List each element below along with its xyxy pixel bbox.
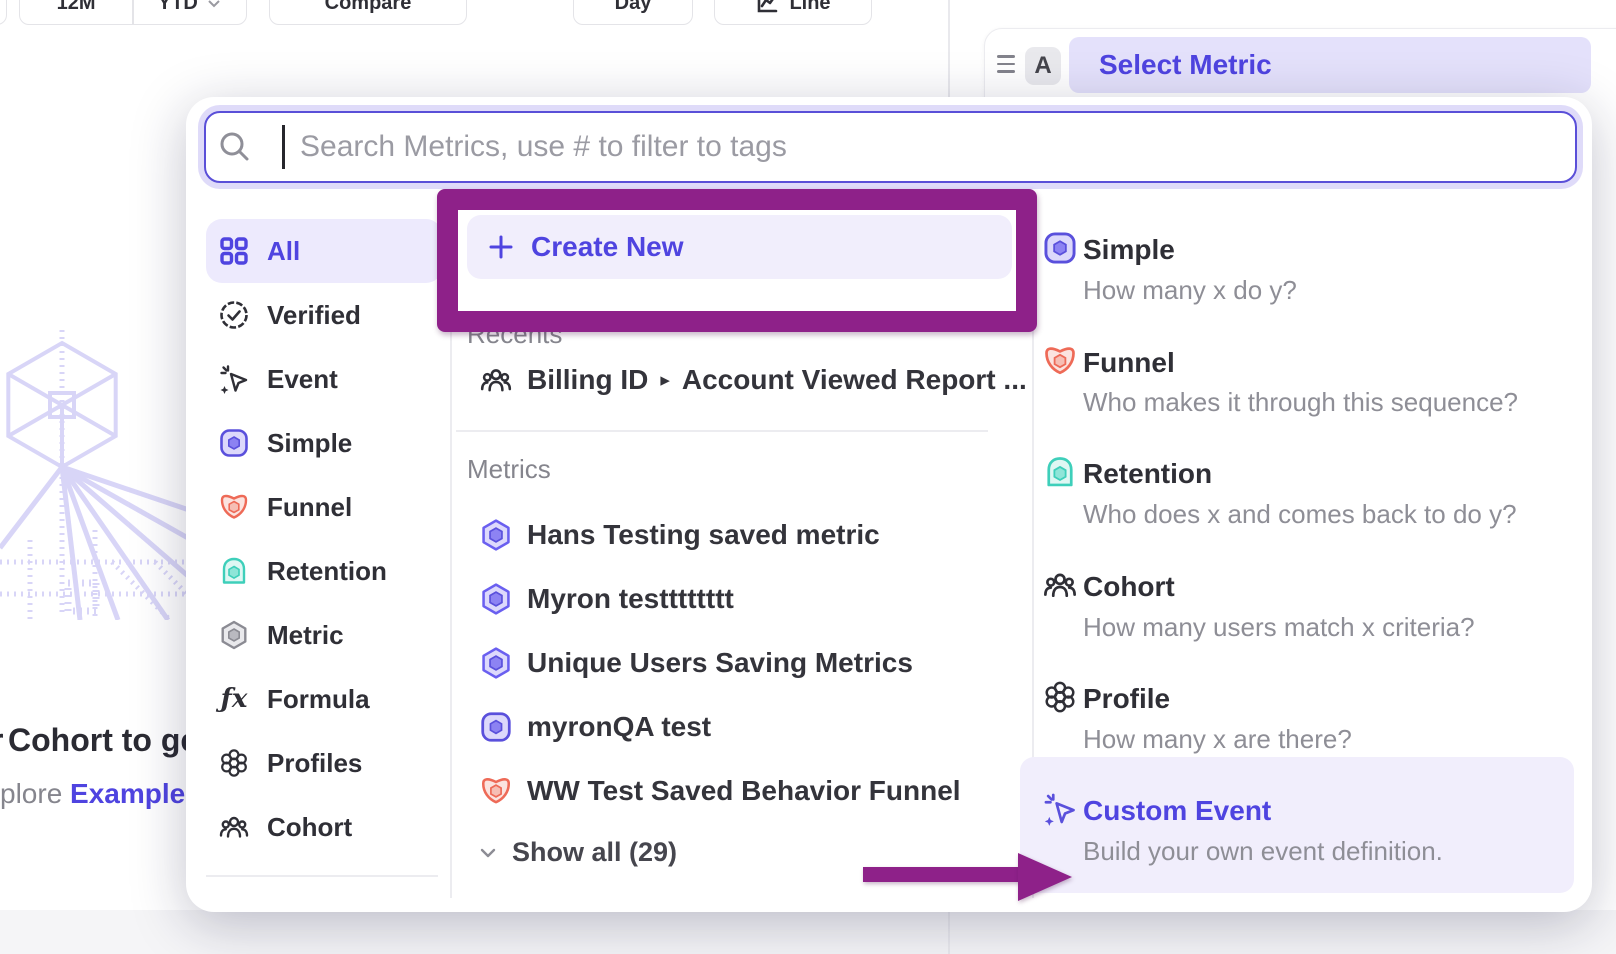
sidebar-item-label: Event [267, 364, 338, 395]
metric-list-item[interactable]: Unique Users Saving Metrics [479, 643, 913, 683]
search-input[interactable] [204, 111, 1577, 183]
explore-prefix: plore [0, 778, 70, 809]
sidebar-item-label: Cohort [267, 812, 352, 843]
sidebar-item-metric[interactable]: Metric [206, 603, 442, 667]
custom-event-icon [1042, 791, 1078, 827]
sidebar-item-cohort[interactable]: Cohort [206, 795, 442, 859]
tag-icon [218, 910, 250, 912]
verified-badge-icon [218, 299, 250, 331]
search-icon [218, 130, 252, 164]
metric-selector-screen: 12M YTD Compare Day Line A Select Metric [0, 0, 1616, 954]
sidebar-item-label: Formula [267, 684, 370, 715]
annotation-rectangle-create-new [437, 189, 1037, 332]
metric-list-item[interactable]: WW Test Saved Behavior Funnel [479, 771, 961, 811]
compare-button[interactable]: Compare [269, 0, 467, 25]
day-granularity-button[interactable]: Day [573, 0, 693, 25]
type-simple-description: How many x do y? [1083, 275, 1297, 306]
sidebar-item-label: Retention [267, 556, 387, 587]
recent-item-billing[interactable]: Billing ID ▸ Account Viewed Report ... [479, 357, 1027, 403]
range-ytd-button[interactable]: YTD [134, 0, 246, 24]
sidebar-item-event[interactable]: Event [206, 347, 442, 411]
sidebar-item-profiles[interactable]: Profiles [206, 731, 442, 795]
line-chart-type-button[interactable]: Line [714, 0, 872, 25]
select-metric-pill[interactable]: Select Metric [1069, 37, 1591, 93]
date-range-segmented-control: 12M YTD [19, 0, 247, 25]
line-chart-icon [755, 0, 779, 15]
sidebar-item-label: Metric [267, 620, 344, 651]
sidebar-item-label: Funnel [267, 492, 352, 523]
sidebar-item-simple[interactable]: Simple [206, 411, 442, 475]
show-all-label: Show all (29) [512, 837, 677, 868]
sidebar-item-funnel[interactable]: Funnel [206, 475, 442, 539]
type-custom-event-description: Build your own event definition. [1083, 836, 1443, 867]
recent-item-name: Account Viewed Report ... [682, 364, 1027, 396]
simple-icon [1042, 230, 1078, 266]
retention-icon [1042, 454, 1078, 490]
cohort-people-icon [1042, 567, 1078, 603]
funnel-icon [218, 491, 250, 523]
formula-fx-icon: ƒx [218, 683, 250, 715]
range-12m-button[interactable]: 12M [20, 0, 132, 24]
type-custom-event-title[interactable]: Custom Event [1083, 795, 1271, 827]
recent-item-source: Billing ID [527, 364, 648, 396]
text-cursor [282, 125, 285, 169]
saved-metric-hexagon-icon [479, 518, 513, 552]
sidebar-item-tags-partial[interactable]: Tags [206, 879, 442, 912]
sidebar-item-label: Verified [267, 300, 361, 331]
example-link[interactable]: Example I [70, 778, 201, 809]
event-cursor-icon [218, 363, 250, 395]
sidebar-item-all[interactable]: All [206, 219, 442, 283]
empty-state-wireframe-illustration [0, 330, 195, 620]
headline-cut-letter: r [0, 722, 3, 759]
middle-column-divider [456, 430, 988, 432]
metric-list-item[interactable]: myronQA test [479, 707, 711, 747]
type-cohort-title[interactable]: Cohort [1083, 571, 1175, 603]
sidebar-item-label: Tags [267, 912, 326, 913]
annotation-arrow-tail [863, 867, 1020, 882]
simple-icon [479, 710, 513, 744]
type-profile-description: How many x are there? [1083, 724, 1352, 755]
funnel-icon [479, 774, 513, 808]
sidebar-item-label: Profiles [267, 748, 362, 779]
cohort-people-icon [479, 363, 513, 397]
chevron-down-icon [206, 0, 222, 11]
sidebar-item-label: All [267, 236, 300, 267]
type-profile-title[interactable]: Profile [1083, 683, 1170, 715]
bottom-app-strip [0, 910, 1616, 954]
type-funnel-description: Who makes it through this sequence? [1083, 387, 1518, 418]
breadcrumb-triangle-icon: ▸ [660, 369, 670, 392]
grid-icon [218, 235, 250, 267]
type-funnel-title[interactable]: Funnel [1083, 347, 1175, 379]
sidebar-item-label: Simple [267, 428, 352, 459]
chevron-down-icon [476, 841, 500, 865]
empty-state-explore-line: plore Example I [0, 778, 201, 810]
annotation-arrow-head [1018, 853, 1072, 901]
empty-state-headline-fragment: Cohort to ge [8, 722, 198, 759]
toolbar-button-fragment[interactable] [0, 0, 7, 25]
metric-row-label: A [1025, 47, 1061, 85]
saved-metric-hexagon-icon [479, 582, 513, 616]
profiles-cluster-icon [218, 747, 250, 779]
type-retention-description: Who does x and comes back to do y? [1083, 499, 1517, 530]
drag-handle-icon[interactable] [997, 55, 1015, 75]
cohort-people-icon [218, 811, 250, 843]
sidebar-item-formula[interactable]: ƒx Formula [206, 667, 442, 731]
metrics-section-label: Metrics [467, 454, 551, 485]
sidebar-item-retention[interactable]: Retention [206, 539, 442, 603]
sidebar-divider [206, 875, 438, 877]
retention-icon [218, 555, 250, 587]
type-retention-title[interactable]: Retention [1083, 458, 1212, 490]
profiles-cluster-icon [1042, 679, 1078, 715]
type-simple-title[interactable]: Simple [1083, 234, 1175, 266]
saved-metric-hexagon-icon [479, 646, 513, 680]
simple-icon [218, 427, 250, 459]
metric-list-item[interactable]: Hans Testing saved metric [479, 515, 880, 555]
funnel-icon [1042, 343, 1078, 379]
sidebar-item-verified[interactable]: Verified [206, 283, 442, 347]
show-all-toggle[interactable]: Show all (29) [476, 837, 677, 868]
type-cohort-description: How many users match x criteria? [1083, 612, 1475, 643]
metric-list-item[interactable]: Myron testttttttt [479, 579, 734, 619]
metric-hexagon-icon [218, 619, 250, 651]
